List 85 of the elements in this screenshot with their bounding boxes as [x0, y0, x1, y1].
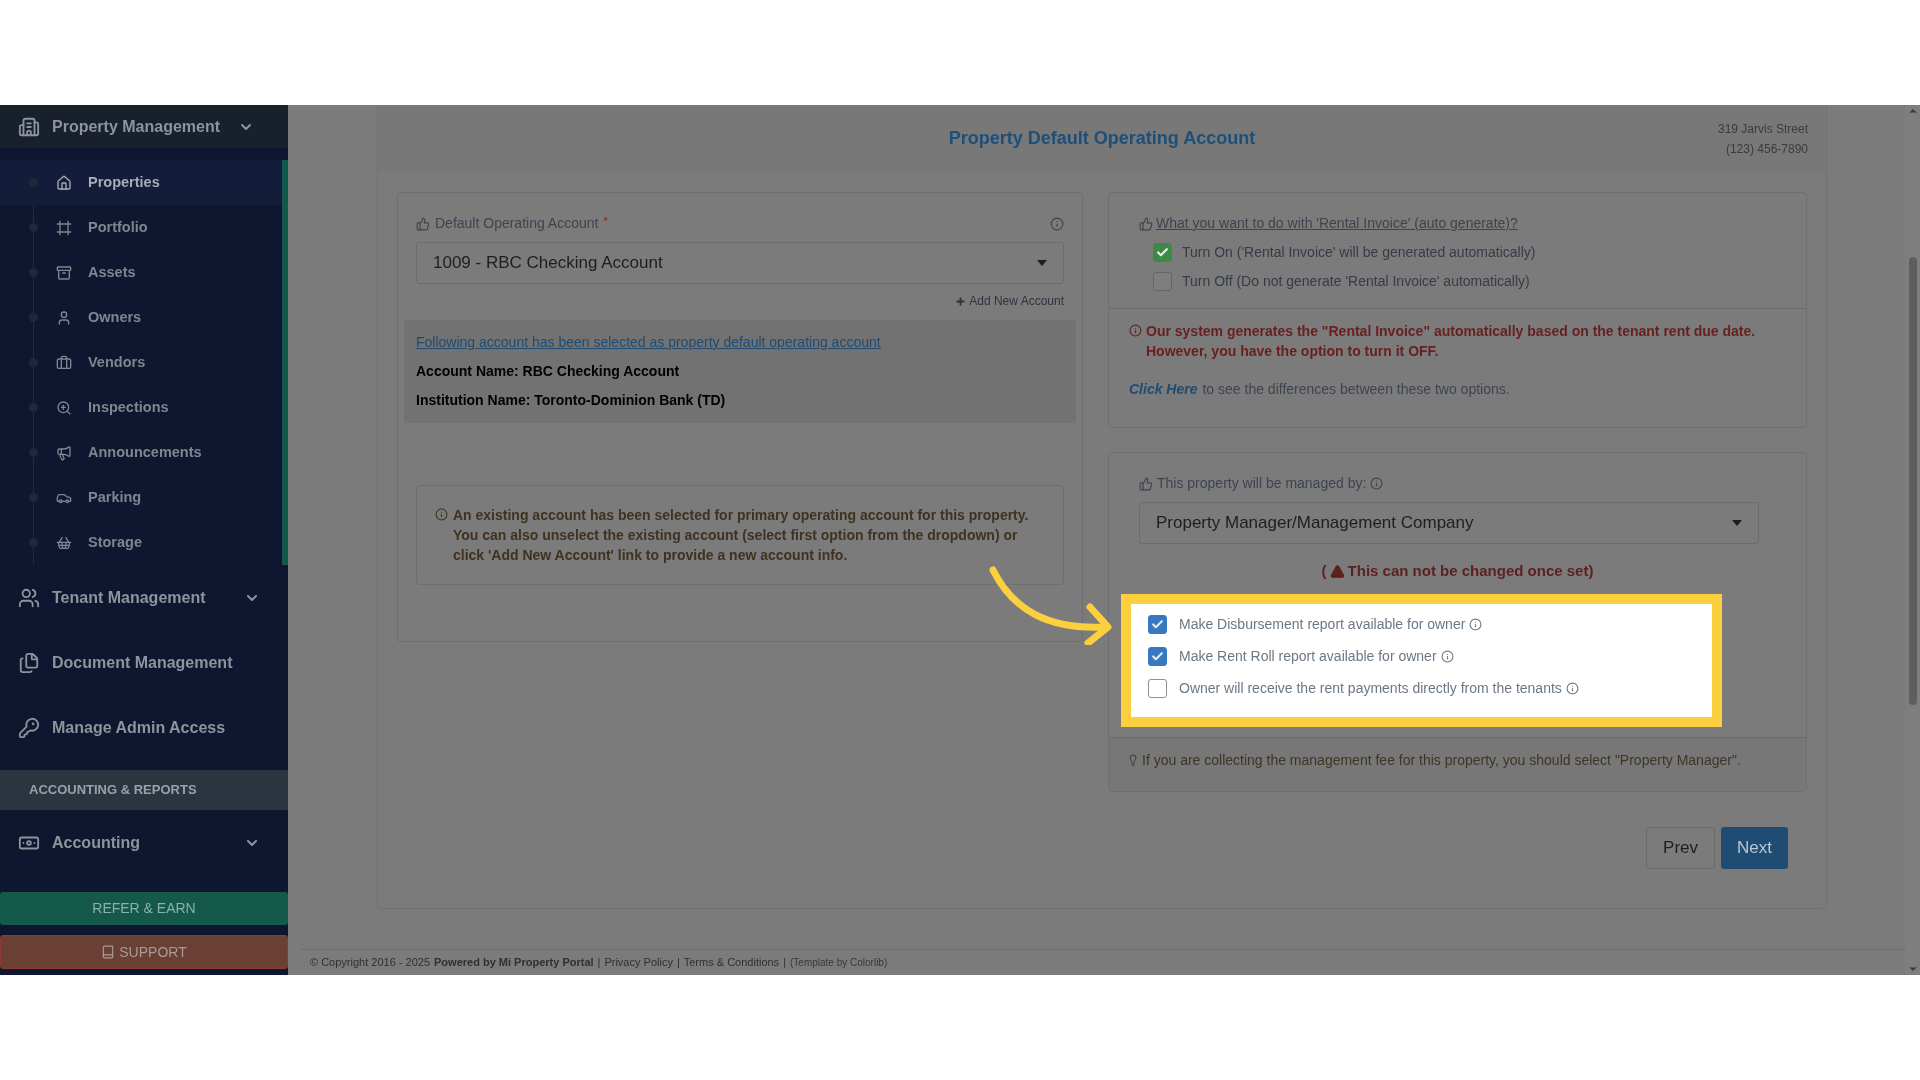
person-icon: [56, 309, 72, 326]
megaphone-icon: [56, 444, 72, 461]
people-icon: [18, 586, 40, 609]
phone-text: (123) 456-7890: [1725, 141, 1808, 158]
lock-note: This can not be changed once set): [1347, 561, 1594, 581]
refer-button[interactable]: REFER & EARN: [0, 892, 288, 925]
footer-link[interactable]: Terms & Conditions: [683, 954, 780, 971]
support-button[interactable]: SUPPORT: [0, 935, 288, 969]
page-title: Property Default Operating Account: [948, 127, 1256, 150]
required-mark: *: [603, 214, 608, 229]
nav-subitem[interactable]: Storage: [0, 520, 282, 565]
plus-icon: [955, 295, 967, 307]
footer-link[interactable]: Privacy Policy: [604, 954, 673, 971]
nav-item[interactable]: Manage Admin Access: [0, 695, 288, 760]
prev-button[interactable]: Prev: [1646, 827, 1716, 869]
tip-text: If you are collecting the management fee for this property, you should select "Property Manager".: [1142, 750, 1741, 770]
caret-icon: [1037, 260, 1047, 266]
nav-subitem[interactable]: Properties: [0, 160, 282, 205]
template-credit: (Template by Colorlib): [790, 956, 888, 970]
checkbox[interactable]: [1148, 646, 1167, 666]
briefcase-icon: [56, 354, 72, 371]
house-icon: [56, 174, 72, 191]
documents-icon: [18, 651, 40, 674]
option-label: Turn Off (Do not generate 'Rental Invoice' automatically): [1182, 272, 1530, 291]
scrollbar-thumb[interactable]: [1908, 257, 1917, 705]
account-select[interactable]: 1009 - RBC Checking Account: [416, 242, 1064, 284]
option-label: Turn On ('Rental Invoice' will be generated automatically): [1182, 243, 1536, 262]
nav-subitem[interactable]: Owners: [0, 295, 282, 340]
nav-item[interactable]: Accounting: [0, 810, 288, 875]
checkbox[interactable]: [1148, 614, 1167, 634]
account-detail: Account Name: RBC Checking Account: [416, 362, 681, 381]
help-text: to see the differences between these two options.: [1202, 380, 1510, 399]
lightbulb-icon: [1127, 753, 1139, 766]
section-heading: ACCOUNTING & REPORTS: [0, 770, 288, 810]
info-icon: [1129, 324, 1142, 337]
separator-text: |: [676, 955, 680, 971]
checkbox[interactable]: [1153, 272, 1172, 291]
nav-subitem[interactable]: Inspections: [0, 385, 282, 430]
nav-item[interactable]: Document Management: [0, 630, 288, 695]
info-icon: [1440, 649, 1454, 663]
account-detail: Institution Name: Toronto-Dominion Bank (TD): [416, 391, 727, 410]
option-label: Make Rent Roll report available for owner: [1179, 646, 1437, 666]
basket-icon: [56, 534, 72, 551]
address-text: 319 Jarvis Street: [1717, 121, 1808, 138]
box-icon: [56, 264, 72, 281]
info-icon: [1565, 681, 1579, 695]
nav-subitem[interactable]: Announcements: [0, 430, 282, 475]
pointing-hand-icon: [1139, 216, 1153, 231]
building-icon: [18, 115, 40, 138]
info-icon: [1050, 216, 1064, 231]
nav-item[interactable]: Tenant Management: [0, 565, 288, 630]
add-account-link[interactable]: Add New Account: [955, 292, 1064, 310]
frame-icon: [56, 219, 72, 236]
check-icon: [1151, 617, 1164, 631]
info-icon: [435, 508, 448, 521]
option-label: Make Disbursement report available for owner: [1179, 614, 1466, 634]
field-label: This property will be managed by:: [1157, 474, 1367, 493]
paren-text: (: [1321, 561, 1327, 581]
invoice-warning: Our system generates the "Rental Invoice" automatically based on the tenant rent due date. However, you have the option to turn it OFF.: [1146, 322, 1757, 361]
option-label: Owner will receive the rent payments directly from the tenants: [1179, 678, 1562, 698]
info-icon: [1370, 477, 1384, 490]
warning-icon: [1329, 563, 1345, 579]
info-icon: [1469, 617, 1483, 631]
checkbox[interactable]: [1148, 678, 1167, 698]
pointing-hand-icon: [416, 216, 430, 231]
powered-by-text: Powered by Mi Property Portal: [434, 955, 594, 971]
pointing-hand-icon: [1139, 476, 1153, 491]
account-note: An existing account has been selected for primary operating account for this property. You can also unselect the existing account (select first option from the dropdown) or click 'Add New Account' link to provide a new account info.: [416, 485, 1064, 585]
checkbox[interactable]: [1153, 243, 1172, 262]
magnifier-icon: [56, 399, 72, 416]
key-icon: [18, 716, 40, 739]
separator-text: |: [783, 955, 786, 971]
field-label: Default Operating Account: [435, 214, 599, 233]
next-button[interactable]: Next: [1721, 827, 1788, 869]
check-icon: [1156, 246, 1169, 259]
nav-subitem[interactable]: Parking: [0, 475, 282, 520]
copyright-text: © Copyright 2016 - 2025: [310, 955, 430, 971]
check-icon: [1151, 649, 1164, 663]
book-icon: [101, 945, 116, 959]
nav-subitem[interactable]: Assets: [0, 250, 282, 295]
caret-icon: [1732, 520, 1742, 526]
manager-select[interactable]: Property Manager/Management Company: [1139, 502, 1759, 544]
nav-subitem[interactable]: Portfolio: [0, 205, 282, 250]
separator-text: |: [597, 955, 601, 971]
nav-subitem[interactable]: Vendors: [0, 340, 282, 385]
